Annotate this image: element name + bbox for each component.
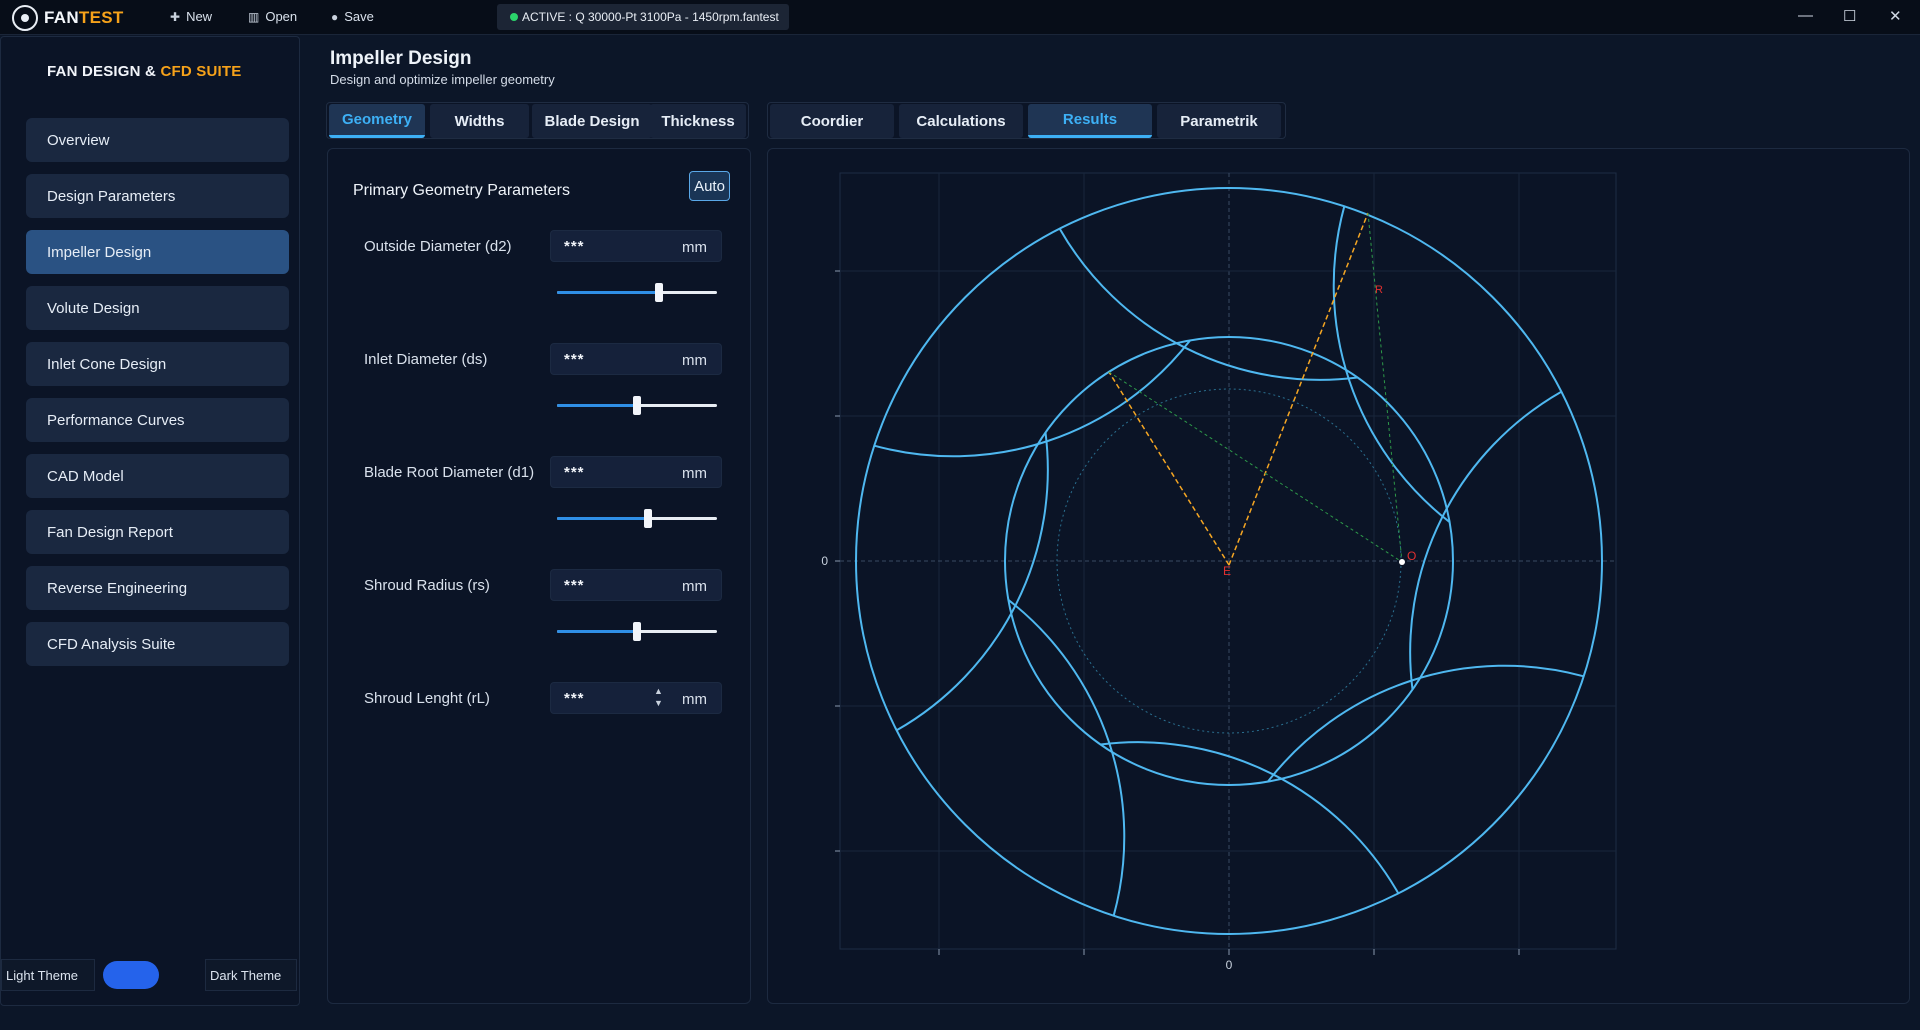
auto-button[interactable]: Auto: [689, 171, 730, 201]
helper-line: [1108, 371, 1403, 563]
logo-text-fan: FAN: [44, 8, 79, 27]
tab-thickness[interactable]: Thickness: [650, 104, 746, 138]
tab-coordier[interactable]: Coordier: [770, 104, 894, 138]
tab-calculations[interactable]: Calculations: [899, 104, 1023, 138]
stepper-arrows-icon[interactable]: ▲ ▼: [654, 685, 663, 709]
shroud-radius-field[interactable]: *** mm: [550, 569, 722, 601]
sidebar-item-cfd-analysis-suite[interactable]: CFD Analysis Suite: [26, 622, 289, 666]
sidebar-item-impeller-design[interactable]: Impeller Design: [26, 230, 289, 274]
page-title: Impeller Design: [330, 48, 472, 69]
sidebar-item-overview[interactable]: Overview: [26, 118, 289, 162]
blade-curve: [896, 432, 1049, 732]
blade-curve: [1332, 206, 1451, 523]
point-label-r: R: [1375, 284, 1383, 296]
center-point-o: [1399, 559, 1405, 565]
tab-geometry[interactable]: Geometry: [329, 104, 425, 138]
impeller-plot[interactable]: 0 0 O E R: [768, 149, 1911, 1005]
shroud-radius-label: Shroud Radius (rs): [364, 577, 490, 594]
point-label-e: E: [1223, 564, 1231, 578]
y-axis-zero-label: 0: [821, 554, 828, 568]
save-button[interactable]: ● Save: [331, 9, 374, 24]
helper-line: [1367, 212, 1403, 563]
outside-diameter-label: Outside Diameter (d2): [364, 238, 512, 255]
sidebar-item-inlet-cone-design[interactable]: Inlet Cone Design: [26, 342, 289, 386]
slider-thumb[interactable]: [633, 396, 641, 415]
sidebar-item-performance-curves[interactable]: Performance Curves: [26, 398, 289, 442]
tab-results[interactable]: Results: [1028, 104, 1152, 138]
save-icon: ●: [331, 9, 339, 24]
shroud-radius-slider[interactable]: [557, 622, 717, 641]
blade-curve: [1267, 664, 1584, 783]
slider-thumb[interactable]: [644, 509, 653, 528]
shroud-length-stepper[interactable]: *** ▲ ▼ mm: [550, 682, 722, 714]
folder-icon: ▥: [248, 9, 260, 24]
inlet-diameter-label: Inlet Diameter (ds): [364, 351, 488, 368]
blade-root-diameter-field[interactable]: *** mm: [550, 456, 722, 488]
blade-curve: [874, 339, 1191, 458]
active-file-indicator: ACTIVE : Q 30000-Pt 3100Pa - 1450rpm.fan…: [497, 4, 789, 30]
minimize-button[interactable]: —: [1798, 7, 1813, 24]
blade-curve: [1007, 599, 1126, 916]
open-button[interactable]: ▥ Open: [248, 9, 297, 24]
point-label-o: O: [1407, 549, 1416, 563]
fan-logo-icon: [12, 5, 38, 31]
outside-diameter-slider[interactable]: [557, 283, 717, 302]
blade-curve: [1409, 390, 1562, 690]
slider-thumb[interactable]: [633, 622, 641, 641]
blade-curve: [1100, 741, 1400, 894]
new-button[interactable]: ✚ New: [170, 9, 212, 24]
title-bar: FANTEST ✚ New ▥ Open ● Save ACTIVE : Q 3000…: [0, 0, 1920, 35]
active-file-label: ACTIVE : Q 30000-Pt 3100Pa - 1450rpm.fan…: [522, 10, 779, 24]
sidebar: FAN DESIGN & CFD SUITE Overview Design P…: [0, 36, 300, 1006]
geometry-parameters-panel: Primary Geometry Parameters Auto Outside…: [327, 148, 751, 1004]
sidebar-item-cad-model[interactable]: CAD Model: [26, 454, 289, 498]
theme-toggle[interactable]: [103, 961, 159, 989]
sidebar-item-design-parameters[interactable]: Design Parameters: [26, 174, 289, 218]
dark-theme-label[interactable]: Dark Theme: [205, 959, 297, 991]
sidebar-item-reverse-engineering[interactable]: Reverse Engineering: [26, 566, 289, 610]
blade-curve: [1058, 228, 1358, 381]
theme-switcher: Light Theme Dark Theme: [1, 959, 301, 991]
impeller-plot-panel: 0 0 O E R: [767, 148, 1910, 1004]
close-button[interactable]: ✕: [1889, 7, 1902, 25]
app-logo: FANTEST: [12, 5, 124, 31]
inlet-diameter-slider[interactable]: [557, 396, 717, 415]
shroud-length-label: Shroud Lenght (rL): [364, 690, 490, 707]
results-tab-bar: Coordier Calculations Results Parametrik: [767, 102, 1286, 139]
inlet-diameter-field[interactable]: *** mm: [550, 343, 722, 375]
sidebar-item-volute-design[interactable]: Volute Design: [26, 286, 289, 330]
light-theme-label[interactable]: Light Theme: [1, 959, 95, 991]
construction-line: [1228, 212, 1369, 566]
sidebar-item-fan-design-report[interactable]: Fan Design Report: [26, 510, 289, 554]
page-subtitle: Design and optimize impeller geometry: [330, 72, 555, 87]
construction-line: [1108, 371, 1230, 566]
tab-blade-design[interactable]: Blade Design: [532, 104, 652, 138]
status-dot-icon: [510, 13, 518, 21]
maximize-button[interactable]: ☐: [1843, 7, 1856, 25]
plus-icon: ✚: [170, 9, 181, 24]
tab-parametrik[interactable]: Parametrik: [1157, 104, 1281, 138]
sidebar-title: FAN DESIGN & CFD SUITE: [47, 63, 242, 80]
blade-root-diameter-slider[interactable]: [557, 509, 717, 528]
blade-root-diameter-label: Blade Root Diameter (d1): [364, 464, 535, 481]
panel-title: Primary Geometry Parameters: [353, 182, 570, 199]
x-axis-zero-label: 0: [1226, 958, 1233, 972]
logo-text-test: TEST: [78, 8, 124, 27]
geometry-tab-bar: Geometry Widths Blade Design Thickness: [326, 102, 749, 139]
tab-widths[interactable]: Widths: [430, 104, 529, 138]
outside-diameter-field[interactable]: *** mm: [550, 230, 722, 262]
slider-thumb[interactable]: [655, 283, 664, 302]
